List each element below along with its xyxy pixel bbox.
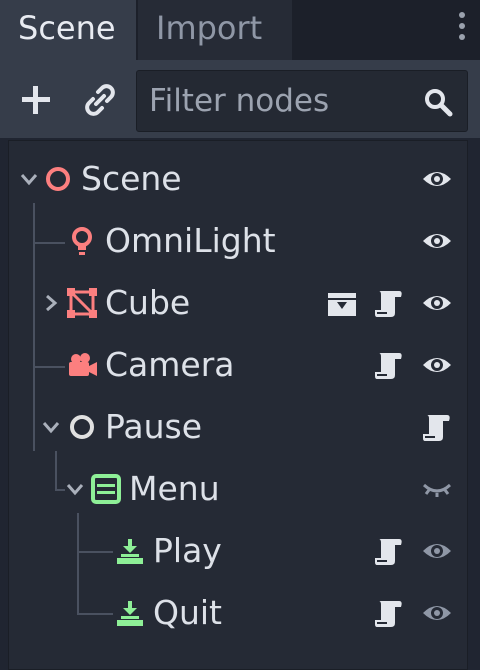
visibility-eye-icon[interactable] bbox=[421, 535, 453, 567]
chevron-down-icon[interactable] bbox=[19, 169, 39, 189]
plus-icon[interactable] bbox=[14, 78, 58, 122]
mesh-instance-icon bbox=[67, 288, 97, 318]
node-label: Cube bbox=[105, 283, 191, 322]
node-icon bbox=[70, 415, 94, 439]
tab-import[interactable]: Import bbox=[138, 0, 292, 60]
dock-menu-icon[interactable] bbox=[450, 8, 474, 48]
node-label: Pause bbox=[105, 407, 203, 446]
chevron-down-icon[interactable] bbox=[65, 479, 85, 499]
filter-nodes-input[interactable] bbox=[137, 71, 419, 131]
link-icon[interactable] bbox=[78, 78, 122, 122]
instance-clapperboard-icon[interactable] bbox=[327, 287, 357, 319]
tree-row-quit[interactable]: Quit bbox=[9, 583, 467, 645]
tree-row-cube[interactable]: Cube bbox=[9, 273, 467, 335]
scene-toolbar bbox=[0, 60, 480, 138]
node-label: Camera bbox=[105, 345, 235, 384]
vbox-container-icon bbox=[91, 474, 121, 504]
visibility-eye-icon[interactable] bbox=[421, 225, 453, 257]
node-label: Quit bbox=[153, 593, 222, 632]
node-label: Scene bbox=[81, 159, 182, 198]
chevron-down-icon[interactable] bbox=[41, 417, 61, 437]
script-icon[interactable] bbox=[373, 349, 403, 381]
camera-icon bbox=[69, 353, 97, 376]
script-icon[interactable] bbox=[373, 287, 403, 319]
node-label: Menu bbox=[129, 469, 220, 508]
tree-row-omnilight[interactable]: OmniLight bbox=[9, 211, 467, 273]
tree-row-camera[interactable]: Camera bbox=[9, 335, 467, 397]
tab-scene[interactable]: Scene bbox=[0, 0, 136, 60]
spatial-node-icon bbox=[46, 167, 70, 191]
script-icon[interactable] bbox=[421, 411, 451, 443]
scene-tree: Scene OmniLight Cube Camera Pause Menu P… bbox=[8, 140, 468, 670]
filter-nodes-field[interactable] bbox=[136, 70, 468, 132]
visibility-eye-icon[interactable] bbox=[421, 163, 453, 195]
button-node-icon bbox=[117, 601, 143, 626]
node-label: Play bbox=[153, 531, 222, 570]
chevron-right-icon[interactable] bbox=[41, 293, 61, 313]
visibility-eye-icon[interactable] bbox=[421, 597, 453, 629]
script-icon[interactable] bbox=[373, 597, 403, 629]
visibility-eye-icon[interactable] bbox=[421, 287, 453, 319]
tree-row-scene[interactable]: Scene bbox=[9, 149, 467, 211]
tree-row-play[interactable]: Play bbox=[9, 521, 467, 583]
tree-row-menu[interactable]: Menu bbox=[9, 459, 467, 521]
scene-dock-tabbar: Scene Import bbox=[0, 0, 480, 60]
script-icon[interactable] bbox=[373, 535, 403, 567]
tree-row-pause[interactable]: Pause bbox=[9, 397, 467, 459]
visibility-eye-closed-icon[interactable] bbox=[421, 473, 453, 505]
lightbulb-icon bbox=[72, 227, 92, 255]
node-label: OmniLight bbox=[105, 221, 276, 260]
search-icon bbox=[425, 89, 453, 117]
visibility-eye-icon[interactable] bbox=[421, 349, 453, 381]
button-node-icon bbox=[117, 539, 143, 564]
